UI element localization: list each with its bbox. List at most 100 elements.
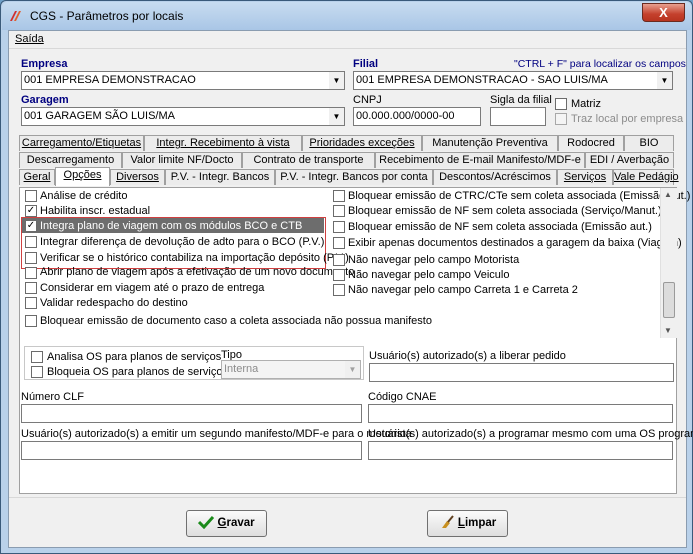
- analise-credito-checkbox[interactable]: [25, 190, 37, 202]
- gravar-button[interactable]: Gravar: [186, 510, 267, 537]
- option-label: Validar redespacho do destino: [40, 297, 188, 309]
- empresa-combo[interactable]: 001 EMPRESA DEMONSTRACAO ▼: [21, 71, 345, 90]
- sigla-input[interactable]: [490, 107, 546, 126]
- empresa-value: 001 EMPRESA DEMONSTRACAO: [24, 74, 196, 86]
- tab-servicos[interactable]: Serviços: [557, 169, 613, 185]
- traz-local-label: Traz local por empresa: [571, 113, 684, 125]
- traz-local-checkbox[interactable]: [555, 113, 567, 125]
- option-label: Bloquear emissão de NF sem coleta associ…: [348, 221, 652, 233]
- option-label: Integra plano de viagem com os módulos B…: [40, 220, 303, 232]
- filial-value: 001 EMPRESA DEMONSTRACAO - SAO LUIS/MA: [356, 74, 608, 86]
- filial-combo[interactable]: 001 EMPRESA DEMONSTRACAO - SAO LUIS/MA ▼: [353, 71, 673, 90]
- filial-label: Filial: [353, 58, 379, 70]
- title-bar[interactable]: CGS - Parâmetros por locais X: [2, 2, 691, 30]
- scroll-thumb[interactable]: [663, 282, 675, 318]
- option-label: Não navegar pelo campo Carreta 1 e Carre…: [348, 284, 578, 296]
- tab-prioridades-excecoes[interactable]: Prioridades exceções: [302, 135, 422, 151]
- chevron-down-icon[interactable]: ▼: [345, 361, 360, 378]
- close-button[interactable]: X: [642, 3, 685, 22]
- chevron-down-icon[interactable]: ▼: [329, 72, 344, 89]
- analisa-os-checkbox[interactable]: [31, 351, 43, 363]
- checkmark-icon: [198, 515, 215, 530]
- menu-saida[interactable]: Saída: [15, 33, 44, 45]
- usuarios-programar-input[interactable]: [368, 441, 673, 460]
- integra-plano-checkbox[interactable]: ✓: [25, 220, 37, 232]
- usuarios-programar-label: Usuário(s) autorizado(s) a programar mes…: [368, 428, 693, 440]
- tab-diversos[interactable]: Diversos: [110, 169, 165, 185]
- tab-integr-recebimento[interactable]: Integr. Recebimento à vista: [144, 135, 302, 151]
- cnpj-input[interactable]: 00.000.000/0000-00: [353, 107, 481, 126]
- habilita-inscr-checkbox[interactable]: ✓: [25, 205, 37, 217]
- tab-recebimento-email[interactable]: Recebimento de E-mail Manifesto/MDF-e: [375, 152, 585, 168]
- nao-navegar-motorista-checkbox[interactable]: [333, 254, 345, 266]
- garagem-combo[interactable]: 001 GARAGEM SÃO LUIS/MA ▼: [21, 107, 345, 126]
- tab-contrato-transporte[interactable]: Contrato de transporte: [242, 152, 375, 168]
- limpar-mnemonic: L: [457, 517, 465, 529]
- tab-valor-limite[interactable]: Valor limite NF/Docto: [122, 152, 242, 168]
- analisa-os-label: Analisa OS para planos de serviços: [47, 351, 222, 363]
- tab-bio[interactable]: BIO: [624, 135, 674, 151]
- tab-manutencao-preventiva[interactable]: Manutenção Preventiva: [422, 135, 558, 151]
- main-window: CGS - Parâmetros por locais X Saída Empr…: [0, 0, 693, 554]
- option-label: Bloquear emissão de NF sem coleta associ…: [348, 205, 662, 217]
- option-label: Considerar em viagem até o prazo de entr…: [40, 282, 265, 294]
- exibir-documentos-checkbox[interactable]: [333, 237, 345, 249]
- options-scrollbar[interactable]: ▲ ▼: [660, 188, 677, 338]
- abrir-plano-checkbox[interactable]: [25, 267, 37, 279]
- menu-bar: Saída: [9, 31, 686, 49]
- bloquear-nf-servico-checkbox[interactable]: [333, 205, 345, 217]
- numero-clf-input[interactable]: [21, 404, 362, 423]
- nao-navegar-carreta-checkbox[interactable]: [333, 284, 345, 296]
- usuarios-manifesto-input[interactable]: [21, 441, 362, 460]
- bloquear-emissao-manifesto-checkbox[interactable]: [25, 315, 37, 327]
- garagem-label: Garagem: [21, 94, 69, 106]
- tab-pv-integr-bancos[interactable]: P.V. - Integr. Bancos: [165, 169, 275, 185]
- usuarios-liberar-input[interactable]: [369, 363, 674, 382]
- app-logo-icon: [10, 11, 21, 21]
- option-label: Integrar diferença de devolução de adto …: [40, 236, 325, 248]
- scroll-down-icon[interactable]: ▼: [664, 326, 672, 335]
- bloquear-ctrc-checkbox[interactable]: [333, 190, 345, 202]
- garagem-value: 001 GARAGEM SÃO LUIS/MA: [24, 110, 175, 122]
- option-label: Bloquear emissão de CTRC/CTe sem coleta …: [348, 190, 691, 202]
- gravar-mnemonic: G: [217, 517, 227, 529]
- option-label: Não navegar pelo campo Veiculo: [348, 269, 510, 281]
- option-label: Análise de crédito: [40, 190, 128, 202]
- scroll-up-icon[interactable]: ▲: [664, 190, 672, 199]
- tab-rodocred[interactable]: Rodocred: [558, 135, 624, 151]
- tipo-value: Interna: [224, 363, 259, 375]
- tab-geral[interactable]: Geral: [19, 169, 55, 185]
- tab-opcoes[interactable]: Opções: [55, 167, 110, 186]
- chevron-down-icon[interactable]: ▼: [657, 72, 672, 89]
- sigla-label: Sigla da filial: [490, 94, 552, 106]
- matriz-checkbox[interactable]: [555, 98, 567, 110]
- option-label: Verificar se o histórico contabiliza na …: [40, 252, 349, 264]
- option-label: Bloquear emissão de documento caso a col…: [40, 315, 432, 327]
- tab-edi-averbacao[interactable]: EDI / Averbação: [585, 152, 674, 168]
- tab-vale-pedagio[interactable]: Vale Pedágio: [613, 169, 679, 185]
- integrar-diferenca-checkbox[interactable]: [25, 236, 37, 248]
- empresa-label: Empresa: [21, 58, 68, 70]
- codigo-cnae-label: Código CNAE: [368, 391, 437, 403]
- tipo-combo[interactable]: Interna ▼: [221, 360, 361, 379]
- considerar-viagem-checkbox[interactable]: [25, 282, 37, 294]
- footer-bar: Gravar Limpar: [9, 497, 686, 547]
- bloquear-nf-emissao-checkbox[interactable]: [333, 221, 345, 233]
- option-label: Exibir apenas documentos destinados a ga…: [348, 237, 682, 249]
- codigo-cnae-input[interactable]: [368, 404, 673, 423]
- nao-navegar-veiculo-checkbox[interactable]: [333, 269, 345, 281]
- tab-descarregamento[interactable]: Descarregamento: [19, 152, 122, 168]
- tab-pv-integr-bancos-conta[interactable]: P.V. - Integr. Bancos por conta: [275, 169, 433, 185]
- limpar-button[interactable]: Limpar: [427, 510, 508, 537]
- cnpj-label: CNPJ: [353, 94, 382, 106]
- bloqueia-os-label: Bloqueia OS para planos de serviços: [47, 366, 228, 378]
- chevron-down-icon[interactable]: ▼: [329, 108, 344, 125]
- cnpj-value: 00.000.000/0000-00: [356, 110, 455, 122]
- bloqueia-os-checkbox[interactable]: [31, 366, 43, 378]
- verificar-historico-checkbox[interactable]: [25, 252, 37, 264]
- tab-descontos-acrescimos[interactable]: Descontos/Acréscimos: [433, 169, 557, 185]
- tab-carregamento-etiquetas[interactable]: Carregamento/Etiquetas: [19, 135, 144, 151]
- validar-redespacho-checkbox[interactable]: [25, 297, 37, 309]
- option-label: Não navegar pelo campo Motorista: [348, 254, 520, 266]
- numero-clf-label: Número CLF: [21, 391, 84, 403]
